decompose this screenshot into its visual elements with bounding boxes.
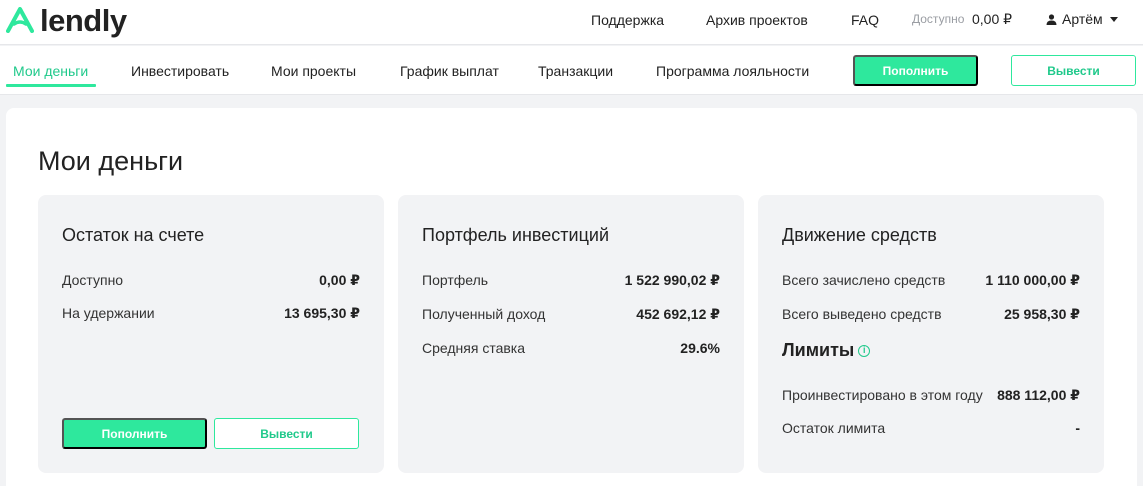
portfolio-card: Портфель инвестиций Портфель 1 522 990,0… bbox=[398, 195, 744, 473]
nav-transactions[interactable]: Транзакции bbox=[538, 63, 613, 79]
balance-row-label: Доступно bbox=[62, 272, 124, 288]
nav-invest[interactable]: Инвестировать bbox=[131, 63, 229, 79]
user-icon bbox=[1046, 13, 1057, 25]
limit-row-label: Остаток лимита bbox=[782, 420, 886, 436]
portfolio-row-label: Портфель bbox=[422, 272, 489, 288]
flow-row-value: 25 958,30 ₽ bbox=[1004, 306, 1080, 322]
support-link[interactable]: Поддержка bbox=[591, 12, 664, 28]
main-content: Мои деньги Остаток на счете Доступно 0,0… bbox=[6, 108, 1137, 486]
user-name: Артём bbox=[1062, 11, 1103, 27]
nav-withdraw-button[interactable]: Вывести bbox=[1011, 55, 1136, 86]
limits-title-text: Лимиты bbox=[782, 340, 855, 360]
balance-row-value: 0,00 ₽ bbox=[319, 272, 360, 288]
portfolio-row-label: Средняя ставка bbox=[422, 340, 526, 356]
flow-row-label: Всего зачислено средств bbox=[782, 272, 946, 288]
portfolio-row-value: 29.6% bbox=[680, 340, 720, 356]
limit-row-label: Проинвестировано в этом году bbox=[782, 387, 983, 403]
nav-loyalty-program[interactable]: Программа лояльности bbox=[656, 63, 809, 79]
available-value: 0,00 ₽ bbox=[972, 11, 1013, 27]
limit-row-value: - bbox=[1075, 420, 1080, 436]
logo-text: lendly bbox=[40, 2, 127, 38]
cash-flow-card-title: Движение средств bbox=[782, 225, 937, 245]
balance-row-value: 13 695,30 ₽ bbox=[284, 305, 360, 321]
card-withdraw-button[interactable]: Вывести bbox=[214, 418, 359, 449]
cash-flow-card: Движение средств Всего зачислено средств… bbox=[758, 195, 1104, 473]
card-deposit-button[interactable]: Пополнить bbox=[62, 418, 207, 449]
nav-my-money[interactable]: Мои деньги bbox=[13, 63, 88, 79]
limit-row-value: 888 112,00 ₽ bbox=[997, 387, 1080, 403]
portfolio-row-value: 1 522 990,02 ₽ bbox=[624, 272, 720, 288]
limits-title: Лимиты i bbox=[782, 340, 871, 361]
top-bar: lendly Поддержка Архив проектов FAQ Дост… bbox=[0, 0, 1143, 45]
chevron-down-icon bbox=[1109, 16, 1118, 22]
projects-archive-link[interactable]: Архив проектов bbox=[706, 12, 808, 28]
balance-row-label: На удержании bbox=[62, 305, 155, 321]
info-icon[interactable]: i bbox=[858, 344, 871, 357]
balance-card: Остаток на счете Доступно 0,00 ₽ На удер… bbox=[38, 195, 384, 473]
portfolio-card-title: Портфель инвестиций bbox=[422, 225, 609, 245]
main-nav: Мои деньги Инвестировать Мои проекты Гра… bbox=[0, 46, 1143, 95]
available-label: Доступно bbox=[912, 12, 965, 26]
balance-card-title: Остаток на счете bbox=[62, 225, 205, 245]
nav-payment-schedule[interactable]: График выплат bbox=[400, 63, 499, 79]
user-menu[interactable]: Артём bbox=[1046, 11, 1118, 27]
faq-link[interactable]: FAQ bbox=[851, 12, 879, 28]
nav-deposit-button[interactable]: Пополнить bbox=[853, 55, 978, 86]
flow-row-value: 1 110 000,00 ₽ bbox=[985, 272, 1080, 288]
nav-active-indicator bbox=[6, 84, 96, 87]
flow-row-label: Всего выведено средств bbox=[782, 306, 942, 322]
portfolio-row-label: Полученный доход bbox=[422, 306, 546, 322]
portfolio-row-value: 452 692,12 ₽ bbox=[636, 306, 720, 322]
logo[interactable]: lendly bbox=[6, 2, 127, 38]
page-title: Мои деньги bbox=[38, 146, 184, 176]
nav-my-projects[interactable]: Мои проекты bbox=[271, 63, 356, 79]
lendly-logo-icon bbox=[6, 7, 34, 33]
